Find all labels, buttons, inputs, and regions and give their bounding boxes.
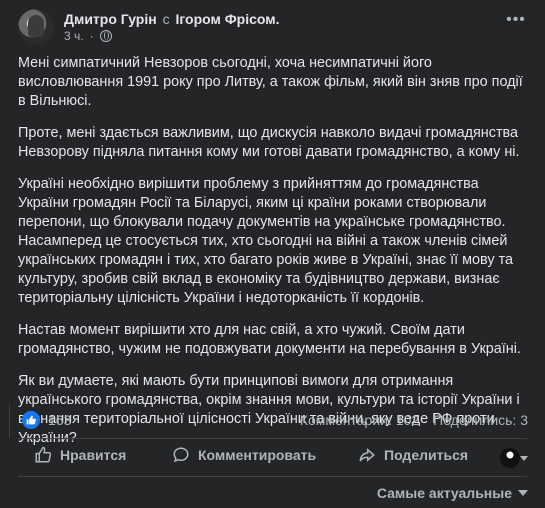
with-word: с <box>162 11 170 27</box>
chevron-down-icon <box>518 490 528 496</box>
action-bar: Нравится Комментировать Поделиться <box>18 446 528 472</box>
post-meta: 3 ч. · <box>64 29 112 43</box>
like-reaction-icon[interactable] <box>22 411 40 429</box>
author-avatar[interactable] <box>18 9 54 45</box>
divider-bottom <box>18 476 527 477</box>
tagged-user[interactable]: Ігором Фрісом. <box>175 11 279 27</box>
author-name[interactable]: Дмитро Гурін <box>64 11 157 27</box>
post-paragraph: Україні необхідно вирішити проблему з пр… <box>18 176 514 306</box>
stats-right: Комментарии: 102 Поделились: 3 <box>300 412 528 428</box>
post-paragraph: Настав момент вирішити хто для нас свій,… <box>18 322 521 357</box>
post-paragraph: Проте, мені здається важливим, що дискус… <box>18 125 520 160</box>
like-label: Нравится <box>60 447 127 463</box>
post-header: Дмитро Гурін с Ігором Фрісом. 3 ч. · ••• <box>18 9 528 45</box>
share-icon <box>359 448 375 462</box>
audience-avatar[interactable] <box>500 448 520 468</box>
share-button[interactable]: Поделиться <box>358 446 468 464</box>
post-text: Мені симпатичний Невзоров сьогодні, хоча… <box>18 54 528 461</box>
comment-button[interactable]: Комментировать <box>172 446 316 464</box>
share-label: Поделиться <box>384 447 469 463</box>
like-count[interactable]: 163 <box>48 412 71 428</box>
sort-label: Самые актуальные <box>376 485 512 501</box>
post-card: Дмитро Гурін с Ігором Фрісом. 3 ч. · •••… <box>0 0 545 508</box>
more-icon[interactable]: ••• <box>504 12 528 31</box>
sort-dropdown[interactable]: Самые актуальные <box>377 485 528 501</box>
divider-top <box>18 438 527 439</box>
left-divider <box>9 404 10 438</box>
audience-caret-icon[interactable] <box>520 456 528 461</box>
author-line: Дмитро Гурін с Ігором Фрісом. <box>64 11 280 27</box>
thumbs-up-icon <box>35 446 52 463</box>
post-time[interactable]: 3 ч. <box>64 29 84 43</box>
globe-icon <box>99 30 112 42</box>
like-button[interactable]: Нравится <box>34 446 126 464</box>
comment-label: Комментировать <box>198 447 317 463</box>
comments-count[interactable]: Комментарии: 102 <box>300 412 419 428</box>
reaction-stats: 163 Комментарии: 102 Поделились: 3 <box>22 410 528 430</box>
shares-count[interactable]: Поделились: 3 <box>433 412 528 428</box>
post-paragraph: Мені симпатичний Невзоров сьогодні, хоча… <box>18 55 523 109</box>
comment-icon <box>173 447 189 463</box>
